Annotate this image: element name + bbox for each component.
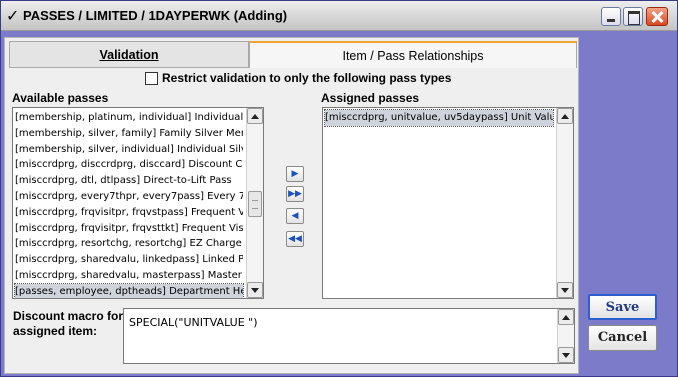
available-passes-label: Available passes — [12, 91, 109, 105]
list-item[interactable]: [misccrdprg, sharedvalu, masterpass] Mas… — [15, 268, 243, 284]
remove-one-button[interactable]: ◀ — [286, 208, 304, 224]
title-bar[interactable]: ✓ PASSES / LIMITED / 1DAYPERWK (Adding) — [1, 1, 677, 31]
minimize-icon[interactable] — [601, 7, 621, 26]
assigned-passes-list[interactable]: [misccrdprg, unitvalue, uv5daypass] Unit… — [322, 107, 574, 299]
maximize-icon[interactable] — [623, 7, 643, 26]
list-item[interactable]: [misccrdprg, unitvalue, uv5daypass] Unit… — [324, 109, 554, 127]
macro-scrollbar[interactable] — [557, 309, 574, 363]
window: ✓ PASSES / LIMITED / 1DAYPERWK (Adding) … — [0, 0, 678, 377]
discount-macro-label: Discount macro for assigned item: — [13, 309, 124, 338]
restrict-validation-label: Restrict validation to only the followin… — [162, 71, 452, 85]
scroll-down-icon[interactable] — [247, 282, 263, 298]
scroll-thumb[interactable] — [248, 191, 262, 217]
restrict-validation-checkbox[interactable] — [145, 72, 158, 85]
cancel-button[interactable]: Cancel — [588, 325, 657, 351]
main-panel: Validation Item / Pass Relationships Res… — [4, 37, 579, 374]
window-title: PASSES / LIMITED / 1DAYPERWK (Adding) — [23, 8, 288, 23]
discount-macro-field[interactable]: SPECIAL("UNITVALUE ") — [123, 308, 575, 364]
list-item[interactable]: [misccrdprg, disccrdprg, disccard] Disco… — [15, 157, 243, 173]
assigned-passes-label: Assigned passes — [321, 91, 420, 105]
list-item[interactable]: [misccrdprg, resortchg, resortchg] EZ Ch… — [15, 236, 243, 252]
scroll-up-icon[interactable] — [558, 309, 574, 325]
available-passes-list[interactable]: [membership, platinum, individual] Indiv… — [12, 107, 264, 299]
list-item[interactable]: [membership, silver, individual] Individ… — [15, 142, 243, 158]
check-icon: ✓ — [6, 6, 20, 25]
remove-all-button[interactable]: ◀◀ — [286, 231, 304, 247]
list-item[interactable]: [membership, silver, family] Family Silv… — [15, 126, 243, 142]
list-item[interactable]: [misccrdprg, dtl, dtlpass] Direct-to-Lif… — [15, 173, 243, 189]
list-item[interactable]: [misccrdprg, every7thpr, every7pass] Eve… — [15, 189, 243, 205]
list-item[interactable]: [membership, platinum, individual] Indiv… — [15, 110, 243, 126]
scroll-down-icon[interactable] — [558, 347, 574, 363]
tab-validation[interactable]: Validation — [9, 41, 249, 68]
list-item[interactable]: [misccrdprg, frqvisitpr, frqvsttkt] Freq… — [15, 221, 243, 237]
available-scrollbar[interactable] — [246, 108, 263, 298]
save-button[interactable]: Save — [588, 294, 657, 320]
scroll-down-icon[interactable] — [557, 282, 573, 298]
scroll-up-icon[interactable] — [557, 108, 573, 124]
add-one-button[interactable]: ▶ — [286, 166, 304, 182]
list-item[interactable]: [passes, employee, dptheads] Department … — [14, 282, 244, 298]
scroll-up-icon[interactable] — [247, 108, 263, 124]
add-all-button[interactable]: ▶▶ — [286, 186, 304, 202]
tab-item-pass-relationships[interactable]: Item / Pass Relationships — [249, 41, 577, 68]
assigned-scrollbar[interactable] — [556, 108, 573, 298]
discount-macro-value: SPECIAL("UNITVALUE ") — [129, 316, 258, 329]
list-item[interactable]: [misccrdprg, sharedvalu, linkedpass] Lin… — [15, 252, 243, 268]
list-item[interactable]: [misccrdprg, frqvisitpr, frqvstpass] Fre… — [15, 205, 243, 221]
close-icon[interactable] — [646, 7, 668, 26]
